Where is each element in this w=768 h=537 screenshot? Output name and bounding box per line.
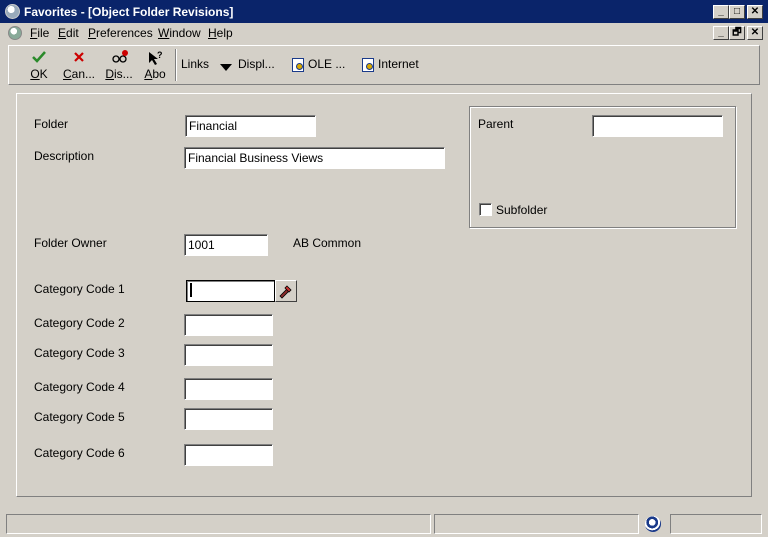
internet-link[interactable]: Internet: [378, 57, 419, 71]
folder-label: Folder: [34, 117, 69, 131]
category-code-2-label: Category Code 2: [34, 316, 125, 330]
toolbar: OK Can... Dis... ? Abo Links Displ... OL…: [8, 45, 760, 85]
svg-text:?: ?: [157, 50, 163, 60]
ok-label: OK: [30, 67, 48, 81]
mdi-close-button[interactable]: ✕: [747, 26, 763, 40]
maximize-button[interactable]: □: [729, 5, 745, 19]
text-caret: [186, 280, 196, 302]
links-menu[interactable]: Links: [181, 57, 209, 71]
exit-document-icon[interactable]: [362, 58, 374, 72]
triangle-down-icon[interactable]: [220, 61, 232, 75]
display-menu[interactable]: Displ...: [238, 57, 275, 71]
checkmark-icon: [31, 50, 47, 64]
category-code-4-label: Category Code 4: [34, 380, 125, 394]
status-bar: [0, 511, 768, 537]
menu-preferences[interactable]: Preferences: [88, 26, 153, 40]
subfolder-checkbox[interactable]: [479, 203, 492, 216]
category-code-6-input[interactable]: [184, 444, 273, 466]
question-pointer-icon: ?: [147, 50, 163, 65]
exit-document-icon[interactable]: [292, 58, 304, 72]
status-pane-extra: [670, 514, 762, 534]
category-code-1-lookup-button[interactable]: [275, 280, 297, 302]
menu-bar: File Edit Preferences Window Help _ 🗗 ✕: [0, 23, 768, 43]
description-label: Description: [34, 149, 95, 163]
category-code-1-input[interactable]: [186, 280, 275, 302]
subfolder-label: Subfolder: [496, 203, 548, 217]
category-code-1-label: Category Code 1: [34, 282, 125, 296]
ole-link[interactable]: OLE ...: [308, 57, 345, 71]
folder-owner-input[interactable]: 1001: [184, 234, 268, 256]
cancel-button[interactable]: Can...: [59, 48, 99, 82]
flashlight-icon: [278, 283, 294, 302]
close-button[interactable]: ✕: [747, 5, 763, 19]
category-code-2-input[interactable]: [184, 314, 273, 336]
app-globe-icon: [5, 4, 20, 19]
display-label: Dis...: [105, 67, 133, 81]
about-label: Abo: [144, 67, 166, 81]
folder-input[interactable]: Financial: [185, 115, 316, 137]
status-pane-info: [434, 514, 639, 534]
category-code-4-input[interactable]: [184, 378, 273, 400]
menu-help[interactable]: Help: [208, 26, 233, 40]
parent-input[interactable]: [592, 115, 723, 137]
x-icon: [71, 50, 87, 64]
category-code-3-label: Category Code 3: [34, 346, 125, 360]
description-input[interactable]: Financial Business Views: [184, 147, 445, 169]
category-code-3-input[interactable]: [184, 344, 273, 366]
category-code-6-label: Category Code 6: [34, 446, 125, 460]
menu-file[interactable]: File: [30, 26, 49, 40]
status-pane-message: [6, 514, 431, 534]
document-globe-icon[interactable]: [8, 26, 22, 40]
toolbar-separator: [175, 49, 177, 81]
cancel-label: Can...: [62, 67, 96, 81]
globe-icon: [645, 516, 661, 532]
folder-owner-name: AB Common: [293, 236, 362, 250]
parent-label: Parent: [478, 117, 514, 131]
ok-button[interactable]: OK: [19, 48, 59, 82]
category-code-5-input[interactable]: [184, 408, 273, 430]
category-code-5-label: Category Code 5: [34, 410, 125, 424]
menu-edit[interactable]: Edit: [58, 26, 79, 40]
menu-window[interactable]: Window: [158, 26, 201, 40]
mdi-restore-button[interactable]: 🗗: [729, 26, 745, 40]
minimize-button[interactable]: _: [713, 5, 729, 19]
window-title: Favorites - [Object Folder Revisions]: [24, 5, 234, 19]
title-bar: Favorites - [Object Folder Revisions] _ …: [0, 0, 768, 23]
about-button[interactable]: ? Abo: [135, 48, 175, 82]
glasses-icon: [111, 50, 128, 64]
folder-owner-label: Folder Owner: [34, 236, 107, 250]
display-button[interactable]: Dis...: [99, 48, 139, 82]
mdi-minimize-button[interactable]: _: [713, 26, 729, 40]
